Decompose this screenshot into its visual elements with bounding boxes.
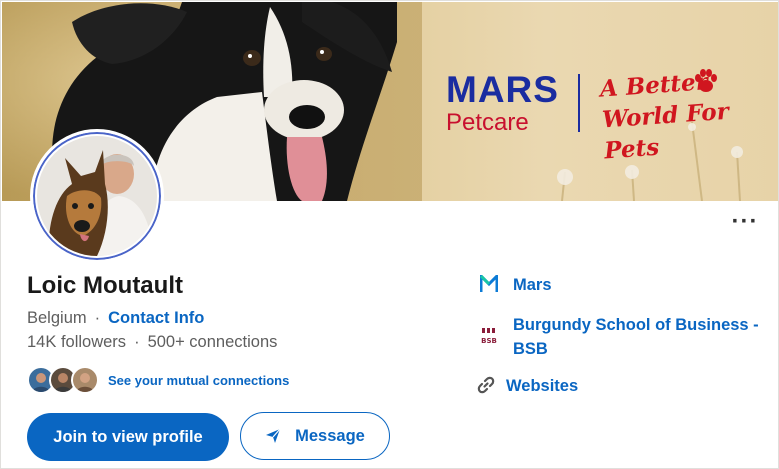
message-label: Message <box>295 426 365 445</box>
current-company[interactable]: Mars <box>478 273 552 297</box>
mutual-connections-link[interactable]: See your mutual connections <box>108 373 289 388</box>
school-name[interactable]: Burgundy School of Business - BSB <box>513 313 768 361</box>
petcare-brand-text: Petcare <box>446 109 529 136</box>
mars-petcare-logo: MARS Petcare <box>446 69 566 136</box>
profile-avatar[interactable] <box>30 129 164 263</box>
location-text: Belgium <box>27 309 87 327</box>
more-icon: ··· <box>731 208 759 235</box>
separator: · <box>94 309 101 327</box>
join-to-view-profile-button[interactable]: Join to view profile <box>27 413 229 461</box>
bsb-logo-icon: BSB <box>478 325 500 347</box>
followers-count: 14K followers <box>27 333 127 351</box>
link-icon <box>475 374 497 396</box>
svg-text:BSB: BSB <box>481 337 497 345</box>
company-name[interactable]: Mars <box>513 273 552 297</box>
more-options-button[interactable]: ··· <box>728 210 762 238</box>
mutual-connections[interactable]: See your mutual connections <box>27 365 289 395</box>
separator: · <box>134 333 140 351</box>
connections-count: 500+ connections <box>147 333 278 351</box>
avatar-photo <box>37 136 157 256</box>
websites-link[interactable]: Websites <box>475 374 578 398</box>
mutual-avatars <box>27 365 101 395</box>
location-row: Belgium · Contact Info <box>27 309 204 328</box>
websites-label[interactable]: Websites <box>506 374 578 398</box>
mars-brand-text: MARS <box>446 69 559 110</box>
profile-name: Loic Moutault <box>27 272 183 299</box>
brand-divider <box>578 74 580 132</box>
network-row: 14K followers · 500+ connections <box>27 333 277 352</box>
send-icon <box>265 428 281 444</box>
message-button[interactable]: Message <box>240 412 390 460</box>
paw-icon <box>695 69 717 92</box>
education-school[interactable]: BSB Burgundy School of Business - BSB <box>478 313 768 361</box>
mars-logo-icon <box>478 273 500 295</box>
banner-tagline: A Better World For Pets <box>599 68 730 165</box>
avatar <box>71 366 99 394</box>
contact-info-link[interactable]: Contact Info <box>108 309 204 327</box>
profile-card: MARS Petcare A Better World For Pets ···… <box>0 0 779 469</box>
